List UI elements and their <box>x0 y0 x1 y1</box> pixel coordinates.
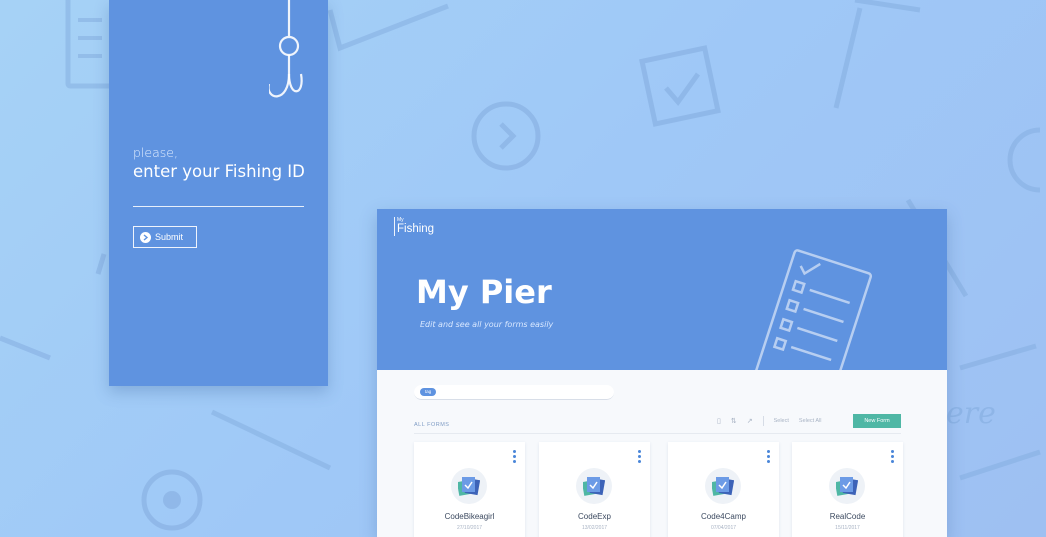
app-window: My Fishing My Pier Edit and see all your… <box>377 209 947 537</box>
fishing-id-input-line[interactable] <box>133 206 304 207</box>
form-name: CodeBikeagirl <box>444 512 495 521</box>
forms-stack-icon <box>705 468 741 504</box>
login-panel: please, enter your Fishing ID Submit <box>109 0 328 386</box>
form-name: RealCode <box>829 512 866 521</box>
login-prompt-small: please, <box>133 145 178 160</box>
form-date: 27/10/2017 <box>456 525 483 531</box>
arrow-right-circle-icon <box>140 231 151 243</box>
login-prompt-title: enter your Fishing ID <box>133 162 305 181</box>
share-icon[interactable]: ↗ <box>747 417 753 425</box>
kebab-menu-icon[interactable] <box>890 450 894 463</box>
toolbar: ▯ ⇅ ↗ Select Select All <box>717 414 822 428</box>
kebab-menu-icon[interactable] <box>512 450 516 463</box>
trash-icon[interactable]: ▯ <box>717 417 721 425</box>
logo-big-text: Fishing <box>397 223 435 235</box>
background-script-word: ere <box>946 396 996 431</box>
background-script-text: ere <box>946 396 996 431</box>
page-title: My Pier <box>416 273 552 311</box>
fishing-hook-icon <box>267 0 309 108</box>
kebab-menu-icon[interactable] <box>637 450 641 463</box>
submit-button[interactable]: Submit <box>133 226 197 248</box>
new-form-button[interactable]: New Form <box>853 414 901 428</box>
form-name: Code4Camp <box>701 512 746 521</box>
form-date: 13/02/2017 <box>581 525 608 531</box>
form-card[interactable]: RealCode 15/11/2017 <box>792 442 903 537</box>
form-name: CodeExp <box>578 512 611 521</box>
app-logo[interactable]: My Fishing <box>394 217 434 236</box>
toolbar-divider <box>762 416 764 426</box>
search-input[interactable]: tag <box>414 385 614 400</box>
section-divider <box>414 433 901 434</box>
form-card[interactable]: CodeBikeagirl 27/10/2017 <box>414 442 525 537</box>
form-date: 07/04/2017 <box>710 525 737 531</box>
page-subtitle: Edit and see all your forms easily <box>420 320 554 329</box>
search-tag-chip[interactable]: tag <box>420 388 437 396</box>
forms-stack-icon <box>576 468 612 504</box>
kebab-menu-icon[interactable] <box>766 450 770 463</box>
sort-icon[interactable]: ⇅ <box>731 417 737 425</box>
background-checkbox-icon <box>636 40 732 136</box>
clipboard-checklist-icon <box>754 249 875 370</box>
forms-stack-icon <box>829 468 865 504</box>
select-all-button[interactable]: Select All <box>799 418 822 424</box>
form-card[interactable]: CodeExp 13/02/2017 <box>539 442 650 537</box>
form-card[interactable]: Code4Camp 07/04/2017 <box>668 442 779 537</box>
select-button[interactable]: Select <box>774 418 789 424</box>
forms-stack-icon <box>451 468 487 504</box>
section-label: ALL FORMS <box>414 422 450 428</box>
background-arrow-circle-icon <box>466 98 546 178</box>
app-header: My Fishing My Pier Edit and see all your… <box>377 209 947 370</box>
form-date: 15/11/2017 <box>835 525 860 531</box>
background-radio-icon <box>138 464 208 537</box>
submit-label: Submit <box>155 232 184 242</box>
